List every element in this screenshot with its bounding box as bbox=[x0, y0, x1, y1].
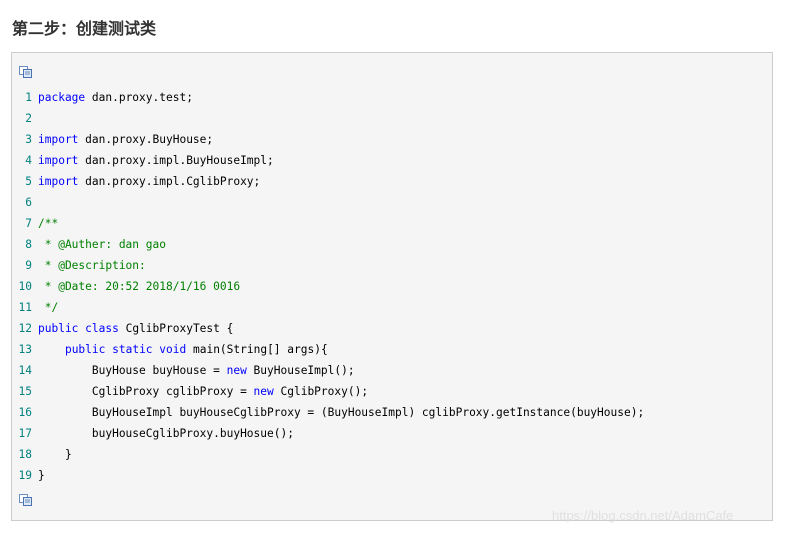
line-number: 12 bbox=[18, 322, 32, 335]
watermark: https://blog.csdn.net/AdamCafe bbox=[552, 508, 734, 523]
line-number: 17 bbox=[18, 427, 32, 440]
code-line: 10 * @Date: 20:52 2018/1/16 0016 bbox=[12, 276, 772, 297]
code-keyword: import bbox=[38, 133, 79, 146]
line-number: 13 bbox=[18, 343, 32, 356]
code-block: 1 package dan.proxy.test; 2 3 import dan.pro… bbox=[11, 52, 773, 521]
line-number: 6 bbox=[25, 196, 32, 209]
code-text: } bbox=[38, 469, 45, 482]
line-number: 14 bbox=[18, 364, 32, 377]
code-text: dan.proxy.test; bbox=[85, 91, 193, 104]
code-line: 8 * @Auther: dan gao bbox=[12, 234, 772, 255]
code-keyword: static bbox=[112, 343, 153, 356]
line-number: 9 bbox=[25, 259, 32, 272]
code-text: CglibProxyTest { bbox=[118, 322, 234, 335]
code-line: 5 import dan.proxy.impl.CglibProxy; bbox=[12, 171, 772, 192]
code-line: 14 BuyHouse buyHouse = new BuyHouseImpl(… bbox=[12, 360, 772, 381]
code-text: BuyHouseImpl(); bbox=[246, 364, 355, 377]
code-line: 2 bbox=[12, 108, 772, 129]
line-number: 5 bbox=[25, 175, 32, 188]
copy-code-icon[interactable] bbox=[19, 66, 33, 78]
code-line: 19} bbox=[12, 465, 772, 486]
section-heading: 第二步：创建测试类 bbox=[12, 19, 157, 38]
code-line: 16 BuyHouseImpl buyHouseCglibProxy = (Bu… bbox=[12, 402, 772, 423]
code-line: 17 buyHouseCglibProxy.buyHosue(); bbox=[12, 423, 772, 444]
code-text: dan.proxy.impl.CglibProxy; bbox=[78, 175, 261, 188]
code-keyword: import bbox=[38, 175, 79, 188]
code-keyword: package bbox=[38, 91, 86, 104]
code-text: BuyHouse buyHouse = bbox=[38, 364, 227, 377]
code-line: 6 bbox=[12, 192, 772, 213]
line-number: 8 bbox=[25, 238, 32, 251]
code-keyword: public bbox=[38, 322, 79, 335]
code-line: 15 CglibProxy cglibProxy = new CglibProx… bbox=[12, 381, 772, 402]
code-comment: */ bbox=[38, 301, 59, 314]
line-number: 15 bbox=[18, 385, 32, 398]
line-number: 11 bbox=[18, 301, 32, 314]
code-text: CglibProxy cglibProxy = bbox=[38, 385, 254, 398]
code-lines: 1 package dan.proxy.test; 2 3 import dan.pro… bbox=[12, 87, 772, 486]
code-line: 13 public static void main(String[] args… bbox=[12, 339, 772, 360]
code-text: dan.proxy.BuyHouse; bbox=[78, 133, 214, 146]
code-line: 18 } bbox=[12, 444, 772, 465]
line-number: 4 bbox=[25, 154, 32, 167]
code-text: buyHouseCglibProxy.buyHosue(); bbox=[38, 427, 294, 440]
copy-code-icon[interactable] bbox=[19, 494, 33, 506]
code-line: 11 */ bbox=[12, 297, 772, 318]
line-number: 19 bbox=[18, 469, 32, 482]
code-text: } bbox=[38, 448, 72, 461]
code-text: main(String[] args){ bbox=[186, 343, 328, 356]
code-keyword: new bbox=[253, 385, 274, 398]
code-line: 7 /** bbox=[12, 213, 772, 234]
code-keyword: void bbox=[159, 343, 187, 356]
code-text: BuyHouseImpl buyHouseCglibProxy = (BuyHo… bbox=[38, 406, 645, 419]
line-number: 18 bbox=[18, 448, 32, 461]
code-line: 1 package dan.proxy.test; bbox=[12, 87, 772, 108]
code-line: 3 import dan.proxy.BuyHouse; bbox=[12, 129, 772, 150]
line-number: 3 bbox=[25, 133, 32, 146]
line-number: 7 bbox=[25, 217, 32, 230]
code-text: CglibProxy(); bbox=[273, 385, 369, 398]
code-line: 4 import dan.proxy.impl.BuyHouseImpl; bbox=[12, 150, 772, 171]
line-number: 1 bbox=[25, 91, 32, 104]
code-keyword: new bbox=[226, 364, 247, 377]
code-line: 9 * @Description: bbox=[12, 255, 772, 276]
code-line: 12 public class CglibProxyTest { bbox=[12, 318, 772, 339]
line-number: 10 bbox=[18, 280, 32, 293]
code-keyword: class bbox=[85, 322, 119, 335]
line-number: 2 bbox=[25, 112, 32, 125]
code-comment: * @Date: 20:52 2018/1/16 0016 bbox=[38, 280, 241, 293]
code-comment: /** bbox=[38, 217, 59, 230]
line-number: 16 bbox=[18, 406, 32, 419]
code-comment: * @Auther: dan gao bbox=[38, 238, 166, 251]
code-keyword: import bbox=[38, 154, 79, 167]
code-comment: * @Description: bbox=[38, 259, 146, 272]
code-text: dan.proxy.impl.BuyHouseImpl; bbox=[78, 154, 274, 167]
code-keyword: public bbox=[64, 343, 106, 356]
